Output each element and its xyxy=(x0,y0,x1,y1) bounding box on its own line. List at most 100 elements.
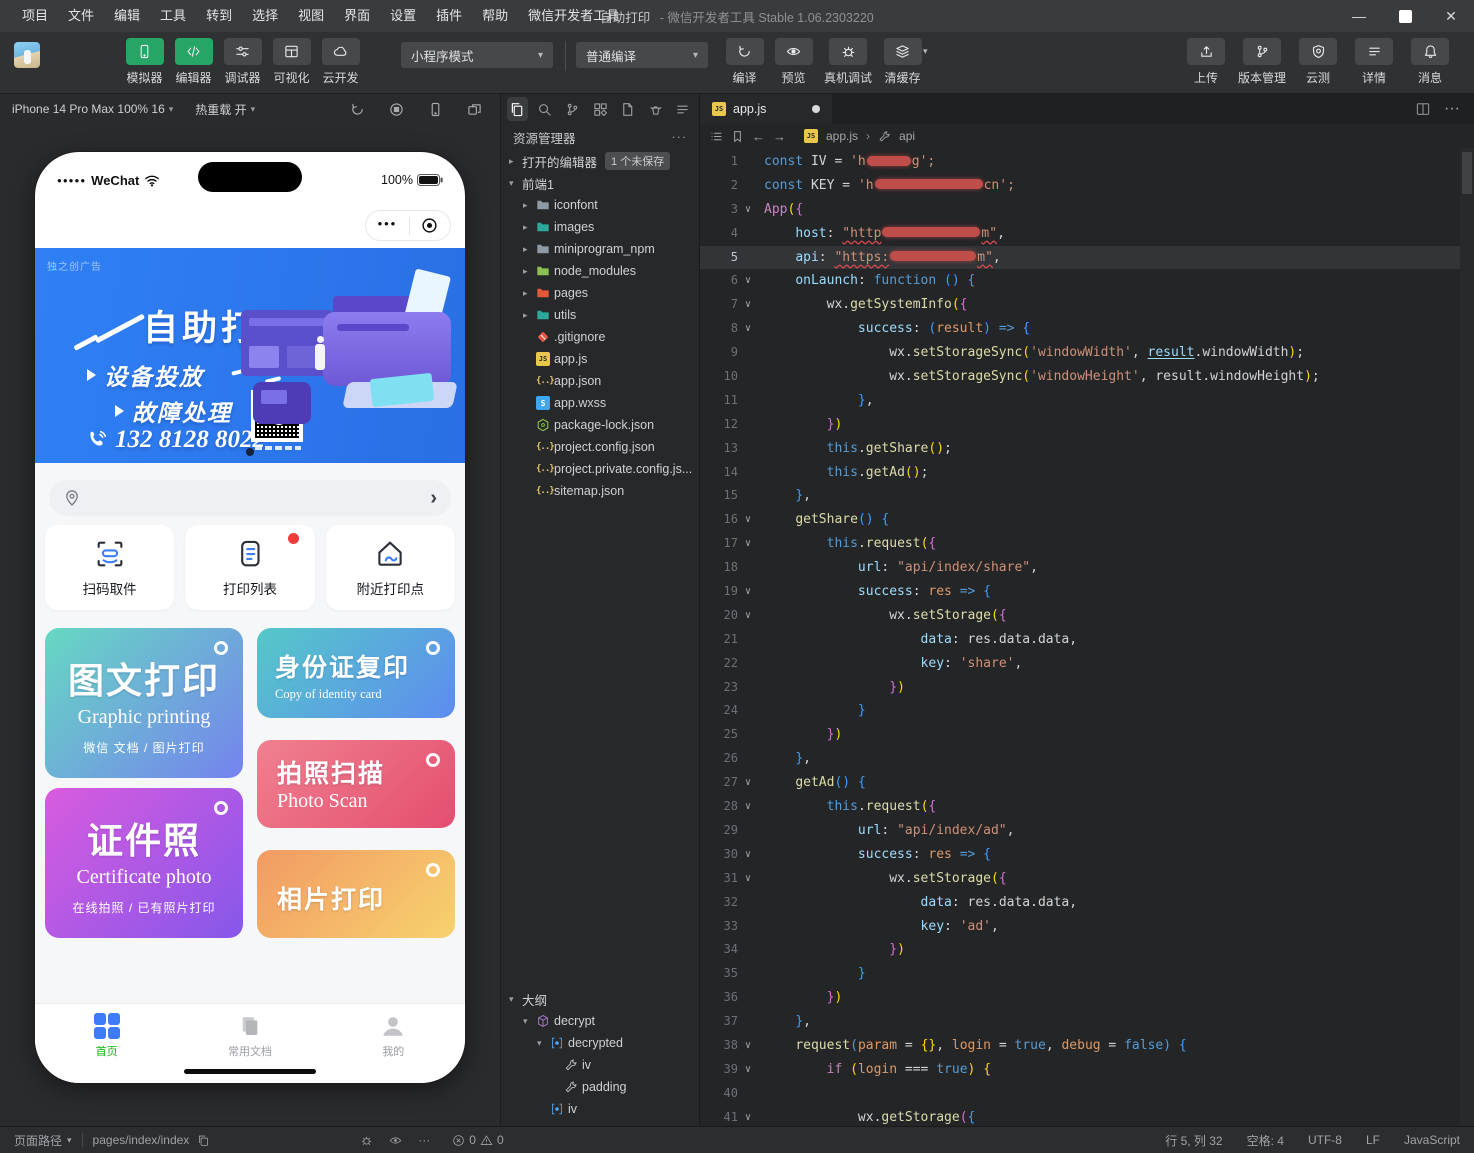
explorer-more-button[interactable]: ··· xyxy=(672,130,688,144)
action-messages[interactable]: 消息 xyxy=(1402,38,1458,86)
page-path-selector[interactable]: 页面路径▾ xyxy=(14,1132,72,1149)
action-compile[interactable]: 编译 xyxy=(720,38,769,86)
file-item-iconfont[interactable]: ▸ iconfont xyxy=(501,194,699,216)
maximize-button[interactable] xyxy=(1382,0,1428,32)
indent-setting[interactable]: 空格: 4 xyxy=(1247,1132,1284,1149)
card-photo-print[interactable]: 相片打印 xyxy=(257,850,455,938)
file-item-pages[interactable]: ▸ pages xyxy=(501,282,699,304)
filedoc-icon[interactable] xyxy=(617,97,638,121)
menu-tools[interactable]: 工具 xyxy=(150,0,196,32)
outline-header[interactable]: ▾ 大纲 xyxy=(501,988,699,1010)
close-button[interactable]: ✕ xyxy=(1428,0,1474,32)
preview-eye-icon[interactable] xyxy=(389,1134,402,1147)
panel-toggle-cloud-dev[interactable]: 云开发 xyxy=(316,38,365,86)
status-more-button[interactable]: ··· xyxy=(418,1133,430,1147)
menu-project[interactable]: 项目 xyxy=(12,0,58,32)
fold-arrow-icon[interactable]: ∨ xyxy=(738,198,758,222)
tab-mine[interactable]: 我的 xyxy=(322,1013,465,1059)
debug-icon[interactable] xyxy=(360,1134,373,1147)
ad-banner[interactable]: 独之创广告 自助打印 设备投放 故障处理 132 8128 8022 xyxy=(35,248,465,463)
file-item-sitemap-json[interactable]: {..} sitemap.json xyxy=(501,480,699,502)
menu-settings[interactable]: 设置 xyxy=(380,0,426,32)
file-item-app-js[interactable]: JS app.js xyxy=(501,348,699,370)
outline-item-iv[interactable]: iv xyxy=(501,1098,699,1120)
file-item-images[interactable]: ▸ images xyxy=(501,216,699,238)
refresh-icon[interactable] xyxy=(350,102,365,117)
editor-scrollbar[interactable] xyxy=(1460,148,1474,1126)
file-item-utils[interactable]: ▸ utils xyxy=(501,304,699,326)
quick-action-home[interactable]: 附近打印点 xyxy=(326,525,455,610)
panel-toggle-debugger[interactable]: 调试器 xyxy=(218,38,267,86)
stop-icon[interactable] xyxy=(389,102,404,117)
branch-icon[interactable] xyxy=(562,97,583,121)
menu-select[interactable]: 选择 xyxy=(242,0,288,32)
fold-arrow-icon[interactable]: ∨ xyxy=(738,293,758,317)
winmulti-icon[interactable] xyxy=(467,102,482,117)
action-device-debug[interactable]: 真机调试 xyxy=(818,38,878,86)
action-cloud-test[interactable]: 云测 xyxy=(1290,38,1346,86)
editor-more-button[interactable]: ··· xyxy=(1444,100,1460,118)
device-selector[interactable]: iPhone 14 Pro Max 100% 16 xyxy=(12,102,165,116)
action-preview[interactable]: 预览 xyxy=(769,38,818,86)
quick-action-scan[interactable]: 扫码取件 xyxy=(45,525,174,610)
tab-app-js[interactable]: JS app.js xyxy=(700,94,832,124)
outline-item-decrypted[interactable]: ▾ decrypted xyxy=(501,1032,699,1054)
action-details[interactable]: 详情 xyxy=(1346,38,1402,86)
file-item-package-lock-json[interactable]: package-lock.json xyxy=(501,414,699,436)
language-mode[interactable]: JavaScript xyxy=(1404,1133,1460,1147)
minimize-button[interactable]: — xyxy=(1336,0,1382,32)
user-avatar[interactable] xyxy=(14,42,40,68)
menu-help[interactable]: 帮助 xyxy=(472,0,518,32)
fold-arrow-icon[interactable]: ∨ xyxy=(738,1106,758,1126)
file-item-app-wxss[interactable]: S app.wxss xyxy=(501,392,699,414)
fold-arrow-icon[interactable]: ∨ xyxy=(738,317,758,341)
outline-list-icon[interactable] xyxy=(710,130,723,143)
panel-toggle-editor[interactable]: 编辑器 xyxy=(169,38,218,86)
menu-interface[interactable]: 界面 xyxy=(334,0,380,32)
outline-item-iv[interactable]: iv xyxy=(501,1054,699,1076)
action-upload[interactable]: 上传 xyxy=(1178,38,1234,86)
phone-icon[interactable] xyxy=(428,102,443,117)
menu-plugins[interactable]: 插件 xyxy=(426,0,472,32)
problems-indicator[interactable]: 0 0 xyxy=(452,1133,503,1147)
fold-arrow-icon[interactable]: ∨ xyxy=(738,604,758,628)
menu-goto[interactable]: 转到 xyxy=(196,0,242,32)
fold-arrow-icon[interactable]: ∨ xyxy=(738,843,758,867)
collapse-all-icon[interactable] xyxy=(672,97,693,121)
open-editors-row[interactable]: ▸ 打开的编辑器 1 个未保存 xyxy=(501,150,699,172)
file-item-app-json[interactable]: {..} app.json xyxy=(501,370,699,392)
file-item-node-modules[interactable]: ▸ node_modules xyxy=(501,260,699,282)
search-icon[interactable] xyxy=(535,97,556,121)
files-icon[interactable] xyxy=(507,97,528,121)
kettle-icon[interactable] xyxy=(645,97,666,121)
file-item-project-config-json[interactable]: {..} project.config.json xyxy=(501,436,699,458)
extensions-icon[interactable] xyxy=(590,97,611,121)
breadcrumb-file[interactable]: app.js xyxy=(826,129,858,143)
card-photo-scan[interactable]: 拍照扫描 Photo Scan xyxy=(257,740,455,828)
outline-item-decrypt[interactable]: ▾ decrypt xyxy=(501,1010,699,1032)
fold-arrow-icon[interactable]: ∨ xyxy=(738,269,758,293)
code-editor[interactable]: 1const IV = 'hg';2const KEY = 'hcn';3∨Ap… xyxy=(700,148,1474,1126)
outline-item-padding[interactable]: padding xyxy=(501,1076,699,1098)
menu-edit[interactable]: 编辑 xyxy=(104,0,150,32)
action-clear-cache[interactable]: 清缓存 xyxy=(878,38,927,86)
bookmark-icon[interactable] xyxy=(731,130,744,143)
nav-forward-icon[interactable]: → xyxy=(773,129,786,144)
fold-arrow-icon[interactable]: ∨ xyxy=(738,1034,758,1058)
quick-action-list[interactable]: 打印列表 xyxy=(185,525,314,610)
fold-arrow-icon[interactable]: ∨ xyxy=(738,771,758,795)
panel-toggle-visualizer[interactable]: 可视化 xyxy=(267,38,316,86)
tab-home[interactable]: 首页 xyxy=(35,1013,178,1059)
page-path-value[interactable]: pages/index/index xyxy=(93,1133,190,1147)
fold-arrow-icon[interactable]: ∨ xyxy=(738,795,758,819)
menu-file[interactable]: 文件 xyxy=(58,0,104,32)
file-item-miniprogram-npm[interactable]: ▸ miniprogram_npm xyxy=(501,238,699,260)
eol-setting[interactable]: LF xyxy=(1366,1133,1380,1147)
compile-mode-dropdown[interactable]: 普通编译▾ xyxy=(576,42,708,68)
action-version-manage[interactable]: 版本管理 xyxy=(1234,38,1290,86)
card-graphic-printing[interactable]: 图文打印 Graphic printing 微信 文档 / 图片打印 xyxy=(45,628,243,778)
fold-arrow-icon[interactable]: ∨ xyxy=(738,532,758,556)
close-capsule-button[interactable] xyxy=(421,217,438,234)
fold-arrow-icon[interactable]: ∨ xyxy=(738,508,758,532)
mode-dropdown[interactable]: 小程序模式▾ xyxy=(401,42,553,68)
